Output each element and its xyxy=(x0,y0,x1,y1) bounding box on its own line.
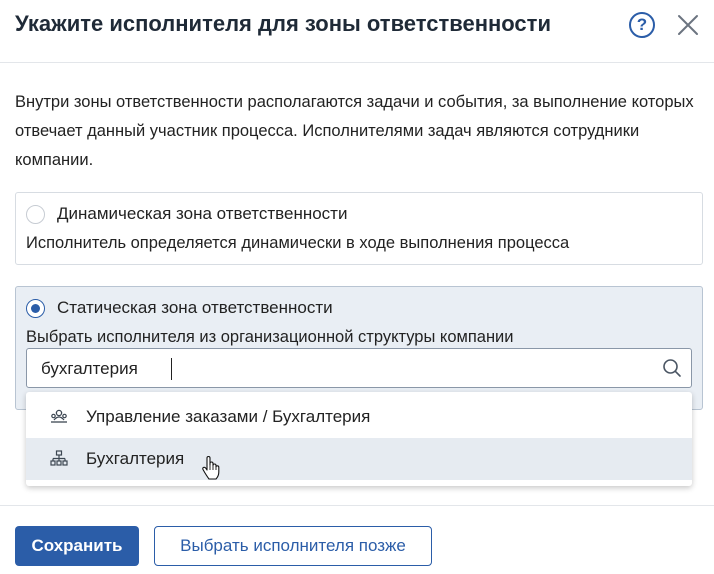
question-circle-icon[interactable]: ? xyxy=(629,12,655,38)
group-icon xyxy=(51,409,67,423)
search-results-dropdown: Управление заказами / Бухгалтерия Бухгал… xyxy=(26,392,692,486)
option-dynamic-title: Динамическая зона ответственности xyxy=(57,204,348,223)
search-icon[interactable] xyxy=(662,358,682,378)
text-caret xyxy=(171,358,172,380)
option-dynamic-subtitle: Исполнитель определяется динамически в х… xyxy=(26,234,570,252)
dropdown-item-label: Управление заказами / Бухгалтерия xyxy=(86,407,371,426)
responsibility-zone-dialog: Укажите исполнителя для зоны ответственн… xyxy=(0,0,714,574)
close-icon[interactable] xyxy=(676,13,700,37)
option-static-title: Статическая зона ответственности xyxy=(57,298,333,317)
dialog-title: Укажите исполнителя для зоны ответственн… xyxy=(15,11,551,36)
org-structure-icon xyxy=(50,450,68,466)
option-dynamic-zone[interactable]: Динамическая зона ответственности Исполн… xyxy=(15,192,703,265)
radio-dynamic[interactable] xyxy=(26,205,45,224)
dropdown-item-accounting[interactable]: Бухгалтерия xyxy=(26,438,692,480)
description-text: Внутри зоны ответственности располагаютс… xyxy=(15,93,694,169)
help-glyph: ? xyxy=(636,15,648,34)
choose-later-button[interactable]: Выбрать исполнителя позже xyxy=(154,526,432,566)
search-input-value: бухгалтерия xyxy=(41,359,138,378)
radio-static[interactable] xyxy=(26,299,45,318)
dialog-footer: Сохранить Выбрать исполнителя позже xyxy=(0,505,714,574)
option-static-subtitle: Выбрать исполнителя из организационной с… xyxy=(26,328,514,346)
search-input[interactable]: бухгалтерия xyxy=(26,348,692,388)
save-button[interactable]: Сохранить xyxy=(15,526,139,566)
dropdown-item-order-management-accounting[interactable]: Управление заказами / Бухгалтерия xyxy=(26,396,692,438)
dialog-header: Укажите исполнителя для зоны ответственн… xyxy=(0,0,714,63)
hand-cursor-icon xyxy=(202,455,220,480)
dropdown-item-label: Бухгалтерия xyxy=(86,449,185,468)
